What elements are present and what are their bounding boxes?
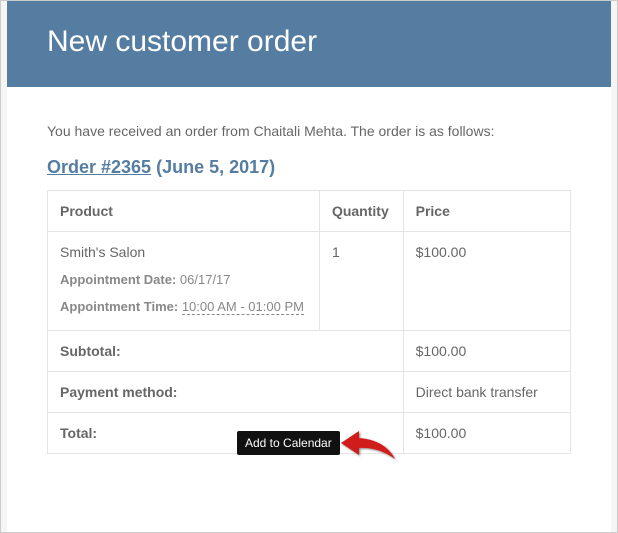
- appt-date: 06/17/17: [180, 272, 231, 287]
- order-date: (June 5, 2017): [156, 157, 275, 177]
- col-quantity: Quantity: [319, 191, 403, 232]
- appt-time-link[interactable]: 10:00 AM - 01:00 PM: [182, 299, 304, 315]
- subtotal-value: $100.00: [403, 330, 570, 371]
- total-value: $100.00: [403, 412, 570, 453]
- subtotal-label: Subtotal:: [48, 330, 404, 371]
- line-quantity: 1: [319, 232, 403, 331]
- subtotal-row: Subtotal: $100.00: [48, 330, 571, 371]
- line-item-row: Smith's Salon Appointment Date: 06/17/17…: [48, 232, 571, 331]
- order-link[interactable]: Order #2365: [47, 157, 151, 177]
- col-price: Price: [403, 191, 570, 232]
- add-to-calendar-tooltip[interactable]: Add to Calendar: [237, 431, 340, 455]
- order-table: Product Quantity Price Smith's Salon App…: [47, 190, 571, 454]
- email-header: New customer order: [7, 1, 611, 87]
- line-price: $100.00: [403, 232, 570, 331]
- payment-value: Direct bank transfer: [403, 371, 570, 412]
- total-label: Total:: [48, 412, 404, 453]
- appt-time-label: Appointment Time:: [60, 299, 178, 314]
- page-title: New customer order: [47, 25, 571, 59]
- appt-date-label: Appointment Date:: [60, 272, 176, 287]
- intro-text: You have received an order from Chaitali…: [47, 123, 571, 139]
- payment-label: Payment method:: [48, 371, 404, 412]
- product-name: Smith's Salon: [60, 244, 307, 260]
- payment-row: Payment method: Direct bank transfer: [48, 371, 571, 412]
- col-product: Product: [48, 191, 320, 232]
- order-heading: Order #2365 (June 5, 2017): [47, 157, 571, 178]
